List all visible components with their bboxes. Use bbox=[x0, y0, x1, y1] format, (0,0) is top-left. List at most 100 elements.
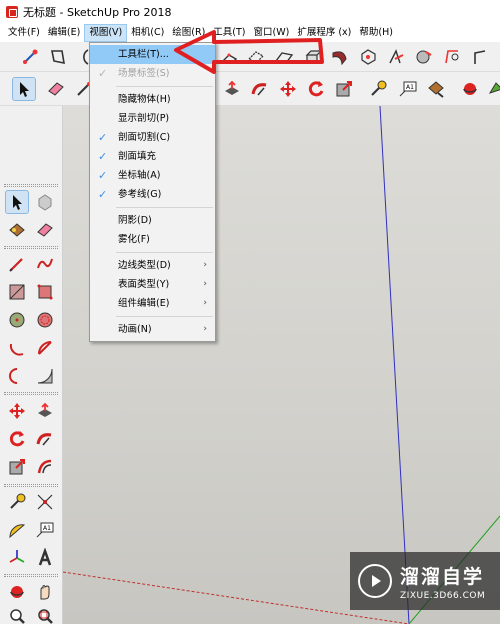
menu-separator bbox=[116, 316, 213, 317]
view-menu-item[interactable]: 显示剖切(P) bbox=[90, 109, 215, 128]
view-menu-item[interactable]: ✓ 坐标轴(A) bbox=[90, 166, 215, 185]
view-menu-item-label: 剖面切割(C) bbox=[118, 132, 171, 143]
zoom-icon[interactable] bbox=[5, 604, 29, 624]
view-menu-item-label: 阴影(D) bbox=[118, 215, 152, 226]
menu-separator bbox=[116, 86, 213, 87]
submenu-arrow-icon: › bbox=[203, 260, 207, 270]
scale-icon[interactable] bbox=[5, 455, 29, 479]
text-icon[interactable]: A1 bbox=[396, 77, 420, 101]
paint-icon[interactable] bbox=[5, 218, 29, 242]
arc-3pt-icon[interactable] bbox=[33, 364, 57, 388]
play-logo-icon bbox=[358, 564, 392, 598]
arc-2pt-icon[interactable] bbox=[5, 364, 29, 388]
view-menu-item[interactable]: ✓ 参考线(G) bbox=[90, 185, 215, 204]
view-menu-item-label: 参考线(G) bbox=[118, 189, 162, 200]
menu-separator bbox=[116, 207, 213, 208]
checkmark-icon: ✓ bbox=[98, 169, 108, 182]
move-icon[interactable] bbox=[5, 399, 29, 423]
view-menu-item-label: 边线类型(D) bbox=[118, 260, 171, 271]
axes-icon[interactable] bbox=[5, 546, 29, 570]
palette-grip[interactable] bbox=[4, 392, 58, 395]
menu-camera[interactable]: 相机(C) bbox=[127, 24, 168, 42]
sandbox-icon[interactable] bbox=[440, 45, 464, 69]
paint-icon[interactable] bbox=[424, 77, 448, 101]
checkmark-icon: ✓ bbox=[98, 150, 108, 163]
menu-help[interactable]: 帮助(H) bbox=[355, 24, 397, 42]
3d-text-icon[interactable] bbox=[33, 546, 57, 570]
view-menu-item[interactable]: 边线类型(D) › bbox=[90, 256, 215, 275]
watermark: 溜溜自学 ZIXUE.3D66.COM bbox=[350, 552, 500, 610]
watermark-url: ZIXUE.3D66.COM bbox=[400, 590, 486, 601]
pencil-icon[interactable] bbox=[5, 252, 29, 276]
window-title: 无标题 - SketchUp Pro 2018 bbox=[23, 6, 172, 19]
follow-me-icon[interactable] bbox=[33, 427, 57, 451]
annotation-arrow bbox=[174, 30, 324, 74]
offset-icon[interactable] bbox=[33, 455, 57, 479]
component-icon[interactable] bbox=[33, 190, 57, 214]
line-icon[interactable] bbox=[46, 45, 70, 69]
tape-measure-icon[interactable] bbox=[5, 490, 29, 514]
palette-grip[interactable] bbox=[4, 246, 58, 249]
dimension-icon[interactable] bbox=[33, 490, 57, 514]
push-pull-icon[interactable] bbox=[33, 399, 57, 423]
view-menu-item-label: 组件编辑(E) bbox=[118, 298, 170, 309]
scale-icon[interactable] bbox=[332, 77, 356, 101]
view-menu-item-label: 动画(N) bbox=[118, 324, 152, 335]
zoom-window-icon[interactable] bbox=[33, 604, 57, 624]
palette-grip[interactable] bbox=[4, 484, 58, 487]
view-menu-dropdown: 工具栏(T)... ✓ 场景标签(S) 隐藏物体(H) 显示剖切(P) ✓ 剖面切割(C) ✓… bbox=[89, 42, 216, 342]
checkmark-icon: ✓ bbox=[98, 188, 108, 201]
menu-edit[interactable]: 编辑(E) bbox=[44, 24, 84, 42]
orbit-icon[interactable] bbox=[5, 580, 29, 604]
tool-palette: A1 bbox=[0, 106, 63, 624]
pan-icon[interactable] bbox=[33, 580, 57, 604]
eraser-icon[interactable] bbox=[44, 77, 68, 101]
make-component-icon[interactable] bbox=[18, 45, 42, 69]
polygon-icon[interactable] bbox=[33, 308, 57, 332]
rotated-rectangle-icon[interactable] bbox=[33, 280, 57, 304]
rotate-icon[interactable] bbox=[5, 427, 29, 451]
rectangle-icon[interactable] bbox=[5, 280, 29, 304]
pie-icon[interactable] bbox=[33, 336, 57, 360]
submenu-arrow-icon: › bbox=[203, 324, 207, 334]
title-bar: 无标题 - SketchUp Pro 2018 bbox=[0, 0, 500, 24]
select-icon[interactable] bbox=[12, 77, 36, 101]
follow-me-icon[interactable] bbox=[328, 45, 352, 69]
view-menu-item-label: 工具栏(T)... bbox=[118, 49, 169, 60]
eraser-icon[interactable] bbox=[33, 218, 57, 242]
freehand-icon[interactable] bbox=[33, 252, 57, 276]
section-plane-icon[interactable] bbox=[356, 45, 380, 69]
arc-icon[interactable] bbox=[5, 336, 29, 360]
outer-shell-icon[interactable] bbox=[384, 45, 408, 69]
submenu-arrow-icon: › bbox=[203, 279, 207, 289]
menu-file[interactable]: 文件(F) bbox=[4, 24, 44, 42]
view-menu-item[interactable]: ✓ 剖面填充 bbox=[90, 147, 215, 166]
view-menu-item[interactable]: 阴影(D) bbox=[90, 211, 215, 230]
protractor-icon[interactable] bbox=[5, 518, 29, 542]
svg-text:A1: A1 bbox=[43, 525, 51, 532]
view-menu-item[interactable]: 隐藏物体(H) bbox=[90, 90, 215, 109]
svg-text:A1: A1 bbox=[406, 84, 414, 91]
view-menu-item-label: 场景标签(S) bbox=[118, 68, 170, 79]
walk-icon[interactable] bbox=[468, 45, 492, 69]
submenu-arrow-icon: › bbox=[203, 298, 207, 308]
view-menu-item-label: 剖面填充 bbox=[118, 151, 157, 162]
tape-measure-icon[interactable] bbox=[366, 77, 390, 101]
view-menu-item[interactable]: ✓ 剖面切割(C) bbox=[90, 128, 215, 147]
sketchup-logo-icon bbox=[6, 6, 18, 18]
orbit-icon[interactable] bbox=[458, 77, 482, 101]
palette-grip[interactable] bbox=[4, 184, 58, 187]
pan-icon[interactable] bbox=[484, 77, 500, 101]
view-menu-item[interactable]: 动画(N) › bbox=[90, 320, 215, 339]
view-menu-item[interactable]: 组件编辑(E) › bbox=[90, 294, 215, 313]
text-icon[interactable]: A1 bbox=[33, 518, 57, 542]
palette-grip[interactable] bbox=[4, 574, 58, 577]
view-menu-item[interactable]: 表面类型(Y) › bbox=[90, 275, 215, 294]
solid-tools-icon[interactable] bbox=[412, 45, 436, 69]
menu-view[interactable]: 视图(V) bbox=[84, 24, 128, 42]
menu-separator bbox=[116, 252, 213, 253]
select-icon[interactable] bbox=[5, 190, 29, 214]
view-menu-item[interactable]: 雾化(F) bbox=[90, 230, 215, 249]
circle-icon[interactable] bbox=[5, 308, 29, 332]
watermark-brand: 溜溜自学 bbox=[400, 565, 485, 588]
